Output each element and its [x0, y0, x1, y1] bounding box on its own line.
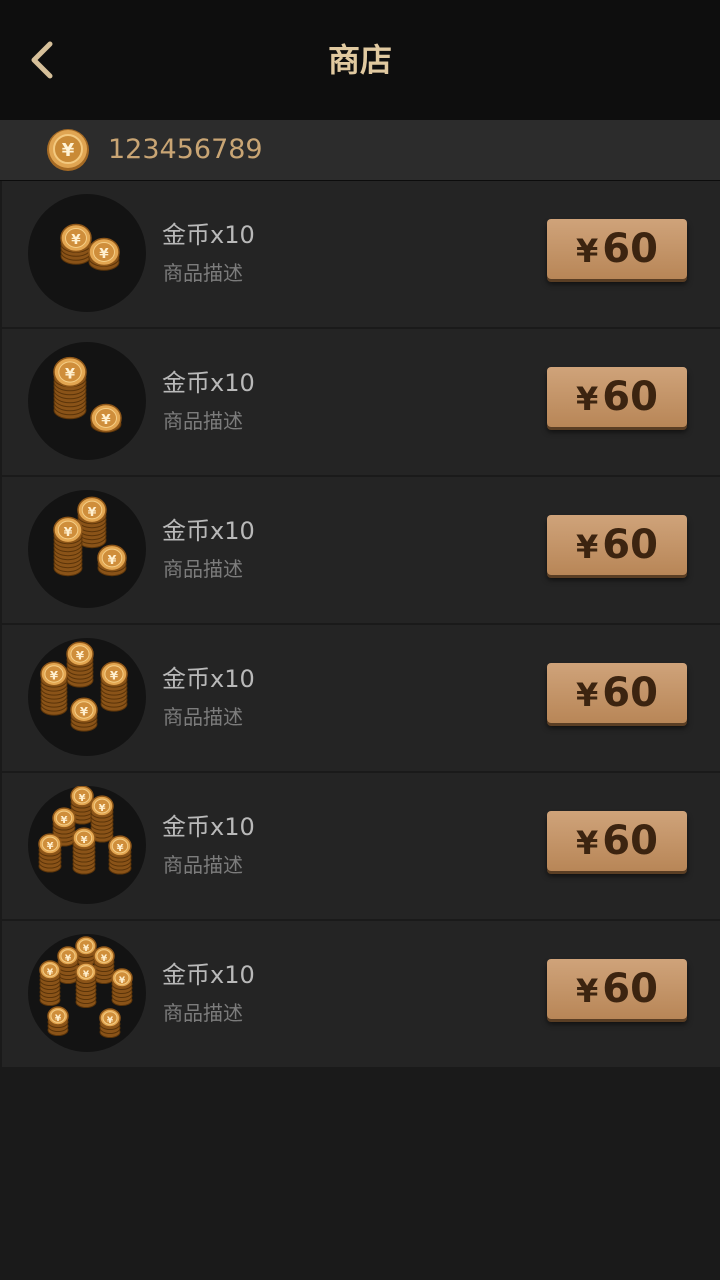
product-description: 商品描述	[163, 1001, 243, 1025]
svg-text:¥: ¥	[64, 524, 73, 539]
svg-text:¥: ¥	[99, 803, 106, 814]
coin-towers-icon: ¥ ¥ ¥ ¥ ¥ ¥	[28, 786, 146, 904]
svg-text:¥: ¥	[117, 843, 124, 854]
product-name: 金币x10	[162, 517, 255, 545]
currency-symbol: ¥	[576, 676, 599, 714]
svg-text:¥: ¥	[107, 1016, 114, 1026]
svg-text:¥: ¥	[81, 835, 88, 846]
coin-icon: ¥	[47, 129, 89, 171]
price-value: 60	[602, 670, 658, 716]
product-item[interactable]: ¥ ¥ 金币x10 商品描述 ¥60	[2, 181, 720, 329]
currency-symbol: ¥	[576, 972, 599, 1010]
svg-text:¥: ¥	[76, 649, 84, 663]
coin-balance: 123456789	[108, 134, 263, 165]
svg-text:¥: ¥	[47, 968, 54, 978]
product-item[interactable]: ¥ ¥ ¥ ¥ 金币x10 商品描述 ¥60	[2, 625, 720, 773]
price-value: 60	[602, 226, 658, 272]
svg-text:¥: ¥	[62, 140, 75, 161]
svg-text:¥: ¥	[65, 366, 75, 382]
coin-stacks-icon: ¥ ¥ ¥	[28, 490, 146, 608]
svg-text:¥: ¥	[50, 669, 58, 683]
product-description: 商品描述	[163, 557, 243, 581]
buy-button[interactable]: ¥60	[547, 219, 687, 279]
svg-text:¥: ¥	[55, 1014, 62, 1024]
product-description: 商品描述	[163, 409, 243, 433]
coin-pile-icon: ¥ ¥	[28, 194, 146, 312]
svg-text:¥: ¥	[83, 944, 90, 954]
buy-button[interactable]: ¥60	[547, 663, 687, 723]
svg-text:¥: ¥	[101, 412, 111, 428]
product-name: 金币x10	[162, 665, 255, 693]
svg-text:¥: ¥	[61, 815, 68, 826]
buy-button[interactable]: ¥60	[547, 367, 687, 427]
coin-hoard-icon: ¥ ¥ ¥ ¥ ¥ ¥ ¥ ¥	[28, 934, 146, 1052]
svg-text:¥: ¥	[99, 246, 109, 262]
balance-bar: ¥ 123456789	[0, 120, 720, 181]
coin-stacks-icon: ¥ ¥ ¥ ¥	[28, 638, 146, 756]
price-value: 60	[602, 374, 658, 420]
product-item[interactable]: ¥ ¥ 金币x10 商品描述 ¥60	[2, 329, 720, 477]
svg-text:¥: ¥	[108, 552, 117, 567]
product-description: 商品描述	[163, 705, 243, 729]
product-item[interactable]: ¥ ¥ ¥ 金币x10 商品描述 ¥60	[2, 477, 720, 625]
svg-text:¥: ¥	[71, 232, 81, 248]
currency-symbol: ¥	[576, 528, 599, 566]
svg-text:¥: ¥	[65, 954, 72, 964]
price-value: 60	[602, 818, 658, 864]
top-bar: 商店	[0, 0, 720, 120]
buy-button[interactable]: ¥60	[547, 811, 687, 871]
svg-text:¥: ¥	[88, 504, 97, 519]
product-list: ¥ ¥ 金币x10 商品描述 ¥60 ¥ ¥ 金币x10 商品描述 ¥60 ¥ ¥ ¥ 金币x10 商品描述…	[0, 181, 720, 1069]
coin-stack-icon: ¥ ¥	[28, 342, 146, 460]
product-name: 金币x10	[162, 813, 255, 841]
price-value: 60	[602, 966, 658, 1012]
product-description: 商品描述	[163, 853, 243, 877]
product-name: 金币x10	[162, 961, 255, 989]
buy-button[interactable]: ¥60	[547, 959, 687, 1019]
price-value: 60	[602, 522, 658, 568]
svg-text:¥: ¥	[119, 976, 126, 986]
currency-symbol: ¥	[576, 232, 599, 270]
buy-button[interactable]: ¥60	[547, 515, 687, 575]
svg-text:¥: ¥	[83, 970, 90, 980]
product-name: 金币x10	[162, 221, 255, 249]
svg-text:¥: ¥	[79, 793, 86, 804]
product-item[interactable]: ¥ ¥ ¥ ¥ ¥ ¥ ¥ ¥ 金币x10 商品描述 ¥60	[2, 921, 720, 1069]
page-title: 商店	[327, 41, 392, 79]
svg-text:¥: ¥	[80, 705, 88, 719]
product-description: 商品描述	[163, 261, 243, 285]
product-name: 金币x10	[162, 369, 255, 397]
svg-text:¥: ¥	[110, 669, 118, 683]
currency-symbol: ¥	[576, 380, 599, 418]
svg-text:¥: ¥	[101, 954, 108, 964]
svg-text:¥: ¥	[47, 841, 54, 852]
currency-symbol: ¥	[576, 824, 599, 862]
product-item[interactable]: ¥ ¥ ¥ ¥ ¥ ¥ 金币x10 商品描述 ¥60	[2, 773, 720, 921]
